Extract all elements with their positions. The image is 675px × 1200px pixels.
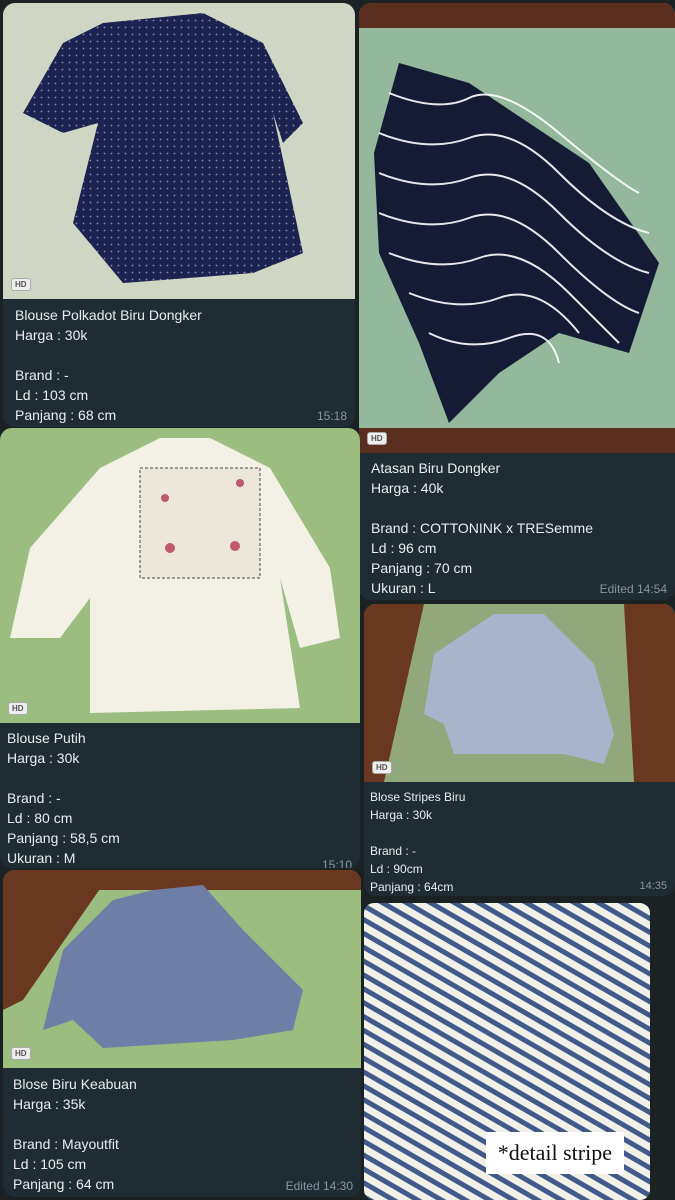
message-card-stripes[interactable]: HD Blose Stripes Biru Harga : 30k Brand … bbox=[364, 604, 675, 896]
message-time: 15:18 bbox=[316, 409, 347, 423]
hd-badge: HD bbox=[11, 1047, 31, 1060]
product-ld: Ld : 105 cm bbox=[13, 1156, 87, 1172]
product-brand: Brand : - bbox=[15, 367, 69, 383]
product-title: Blouse Putih bbox=[7, 730, 86, 746]
product-photo[interactable]: HD bbox=[0, 428, 360, 723]
product-price: Harga : 35k bbox=[13, 1096, 86, 1112]
message-card-detail[interactable]: *detail stripe bbox=[364, 903, 650, 1200]
product-ld: Ld : 80 cm bbox=[7, 810, 73, 826]
product-title: Atasan Biru Dongker bbox=[371, 460, 501, 476]
polkadot-blouse-image bbox=[3, 3, 355, 299]
product-title: Blose Stripes Biru bbox=[370, 790, 466, 804]
hd-badge: HD bbox=[11, 278, 31, 291]
product-brand: Brand : COTTONINK x TRESemme bbox=[371, 520, 593, 536]
product-photo[interactable]: HD bbox=[3, 870, 361, 1068]
hd-badge: HD bbox=[372, 761, 392, 774]
product-title: Blouse Polkadot Biru Dongker bbox=[15, 307, 202, 323]
product-price: Harga : 30k bbox=[7, 750, 80, 766]
product-photo[interactable]: HD bbox=[364, 604, 675, 782]
product-length: Panjang : 58,5 cm bbox=[7, 830, 120, 846]
white-blouse-image bbox=[0, 428, 360, 723]
product-price: Harga : 30k bbox=[15, 327, 88, 343]
product-price: Harga : 40k bbox=[371, 480, 444, 496]
message-time: 14:35 bbox=[639, 880, 667, 892]
product-size: Ukuran : M bbox=[7, 850, 76, 866]
detail-stripe-label: *detail stripe bbox=[485, 1132, 624, 1174]
message-caption: Blose Biru Keabuan Harga : 35k Brand : M… bbox=[3, 1074, 361, 1194]
message-time: 15:10 bbox=[321, 858, 352, 868]
product-brand: Brand : - bbox=[370, 844, 417, 858]
product-photo[interactable]: HD bbox=[3, 3, 355, 299]
wave-stripe-top-image bbox=[359, 3, 675, 453]
product-ld: Ld : 96 cm bbox=[371, 540, 437, 556]
product-length: Panjang : 70 cm bbox=[371, 560, 473, 576]
product-length: Panjang : 64cm bbox=[370, 880, 454, 894]
product-brand: Brand : - bbox=[7, 790, 61, 806]
grey-blue-blouse-image bbox=[3, 870, 361, 1068]
message-time: Edited 14:54 bbox=[599, 582, 667, 596]
message-time: Edited 14:30 bbox=[285, 1179, 353, 1193]
message-caption: Blouse Putih Harga : 30k Brand : - Ld : … bbox=[0, 728, 360, 868]
message-caption: Blose Stripes Biru Harga : 30k Brand : -… bbox=[364, 788, 675, 896]
message-caption: Atasan Biru Dongker Harga : 40k Brand : … bbox=[359, 458, 675, 598]
message-caption: Blouse Polkadot Biru Dongker Harga : 30k… bbox=[3, 305, 355, 425]
message-card-atasan[interactable]: HD Atasan Biru Dongker Harga : 40k Brand… bbox=[359, 3, 675, 600]
message-card-keabuan[interactable]: HD Blose Biru Keabuan Harga : 35k Brand … bbox=[3, 870, 361, 1197]
product-brand: Brand : Mayoutfit bbox=[13, 1136, 119, 1152]
message-card-putih[interactable]: HD Blouse Putih Harga : 30k Brand : - Ld… bbox=[0, 428, 360, 868]
product-length: Panjang : 68 cm bbox=[15, 407, 117, 423]
striped-blouse-image bbox=[364, 604, 675, 782]
message-card-polkadot[interactable]: HD Blouse Polkadot Biru Dongker Harga : … bbox=[3, 3, 355, 427]
product-price: Harga : 30k bbox=[370, 808, 433, 822]
product-ld: Ld : 90cm bbox=[370, 862, 423, 876]
product-ld: Ld : 103 cm bbox=[15, 387, 89, 403]
product-title: Blose Biru Keabuan bbox=[13, 1076, 137, 1092]
hd-badge: HD bbox=[8, 702, 28, 715]
product-photo[interactable]: HD bbox=[359, 3, 675, 453]
hd-badge: HD bbox=[367, 432, 387, 445]
